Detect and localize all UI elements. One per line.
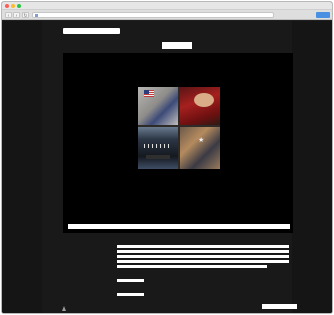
forward-button[interactable]: › — [13, 12, 20, 19]
fabric-strip — [146, 155, 170, 159]
media-stage[interactable]: ★ — [63, 53, 293, 233]
collage-photo-3 — [138, 127, 178, 169]
caption-bar-placeholder — [68, 224, 290, 229]
dotted-pattern — [144, 144, 172, 148]
detail-value-2 — [117, 293, 144, 296]
chevron-right-icon: › — [15, 13, 18, 19]
close-window-button[interactable] — [5, 4, 9, 8]
footer-button[interactable] — [262, 304, 297, 309]
collage-photo-1 — [138, 87, 178, 125]
back-button[interactable]: ‹ — [5, 12, 12, 19]
detail-value-1 — [117, 279, 144, 282]
description-line — [117, 265, 267, 268]
page-gutter-right — [292, 21, 332, 313]
collage-photo-2 — [180, 87, 220, 125]
toolbar-action-button[interactable] — [316, 12, 330, 18]
web-page: ★ — [2, 21, 332, 313]
browser-toolbar: ‹ › ↻ — [2, 10, 332, 20]
browser-window: ‹ › ↻ ★ — [1, 1, 333, 314]
description-line — [117, 255, 289, 258]
content-title-placeholder — [162, 42, 192, 49]
photo-collage[interactable]: ★ — [138, 87, 220, 169]
description-line — [117, 250, 289, 253]
page-gutter-left — [2, 21, 42, 313]
description-line — [117, 245, 289, 248]
star-icon: ★ — [198, 137, 205, 144]
collage-photo-4: ★ — [180, 127, 220, 169]
site-favicon-icon — [35, 14, 38, 17]
description-line — [117, 260, 289, 263]
site-logo[interactable] — [63, 28, 120, 34]
reload-icon: ↻ — [23, 13, 28, 19]
hands-shape — [194, 93, 214, 107]
reload-button[interactable]: ↻ — [22, 12, 29, 19]
title-bar — [2, 2, 332, 10]
window-title — [122, 3, 214, 9]
chevron-left-icon: ‹ — [7, 13, 10, 19]
zoom-window-button[interactable] — [17, 4, 21, 8]
minimize-window-button[interactable] — [11, 4, 15, 8]
flag-canton — [144, 90, 149, 94]
address-bar[interactable] — [32, 12, 274, 18]
